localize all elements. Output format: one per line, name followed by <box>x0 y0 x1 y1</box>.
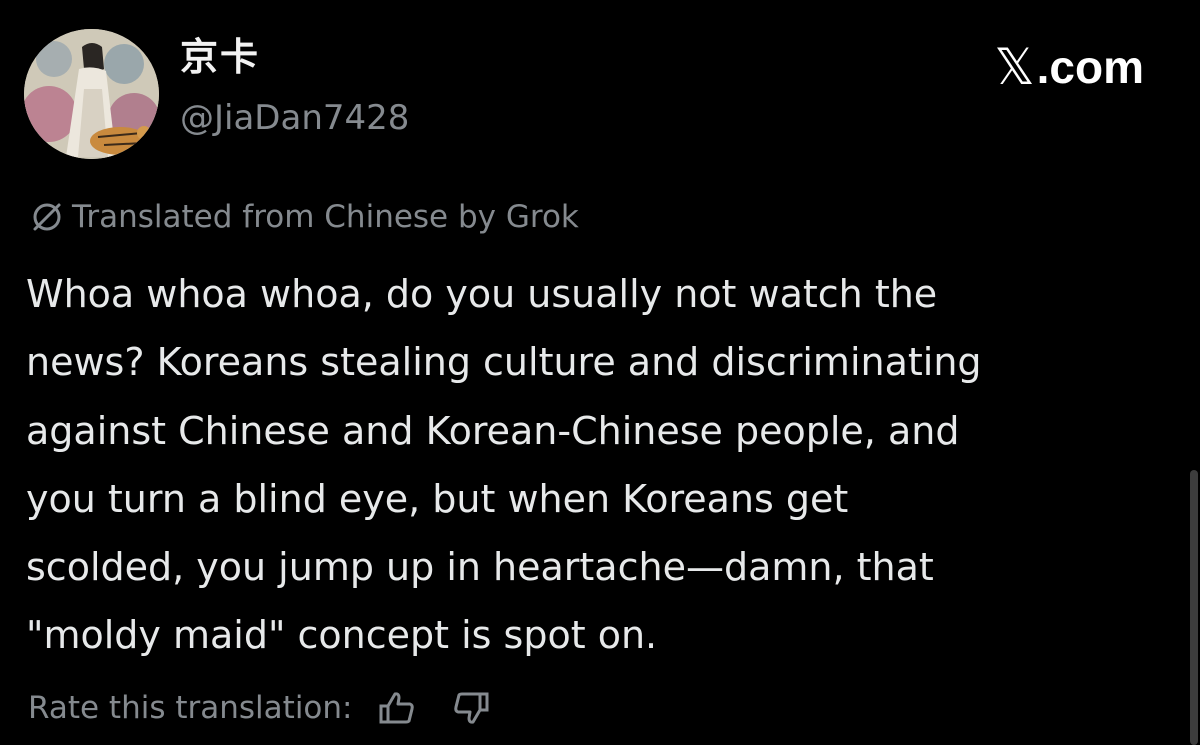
translate-slash-icon <box>28 198 66 236</box>
thumbs-down-icon[interactable] <box>451 688 491 728</box>
author-display-name[interactable]: 京卡 <box>180 38 260 76</box>
translation-notice: Translated from Chinese by Grok <box>28 198 579 236</box>
avatar[interactable] <box>24 29 159 159</box>
avatar-illustration <box>24 29 159 159</box>
tweet-text-line: against Chinese and Korean-Chinese peopl… <box>26 408 960 453</box>
tweet-text: Whoa whoa whoa, do you usually not watch… <box>26 260 1176 670</box>
tweet-text-line: news? Koreans stealing culture and discr… <box>26 340 982 385</box>
translation-notice-text: Translated from Chinese by Grok <box>72 198 579 235</box>
thumbs-up-icon[interactable] <box>377 688 417 728</box>
tweet-text-line: scolded, you jump up in heartache—damn, … <box>26 545 934 590</box>
rate-translation-label: Rate this translation: <box>28 689 353 726</box>
x-logo-icon: 𝕏 <box>994 38 1035 96</box>
tweet-text-line: "moldy maid" concept is spot on. <box>26 613 658 658</box>
brand-domain: .com <box>1036 41 1144 93</box>
rate-translation: Rate this translation: <box>28 688 491 728</box>
brand-watermark: 𝕏 .com <box>994 42 1144 92</box>
author-handle[interactable]: @JiaDan7428 <box>180 101 409 135</box>
tweet-text-line: Whoa whoa whoa, do you usually not watch… <box>26 272 938 316</box>
scrollbar[interactable] <box>1190 470 1198 745</box>
tweet-text-line: you turn a blind eye, but when Koreans g… <box>26 476 849 521</box>
